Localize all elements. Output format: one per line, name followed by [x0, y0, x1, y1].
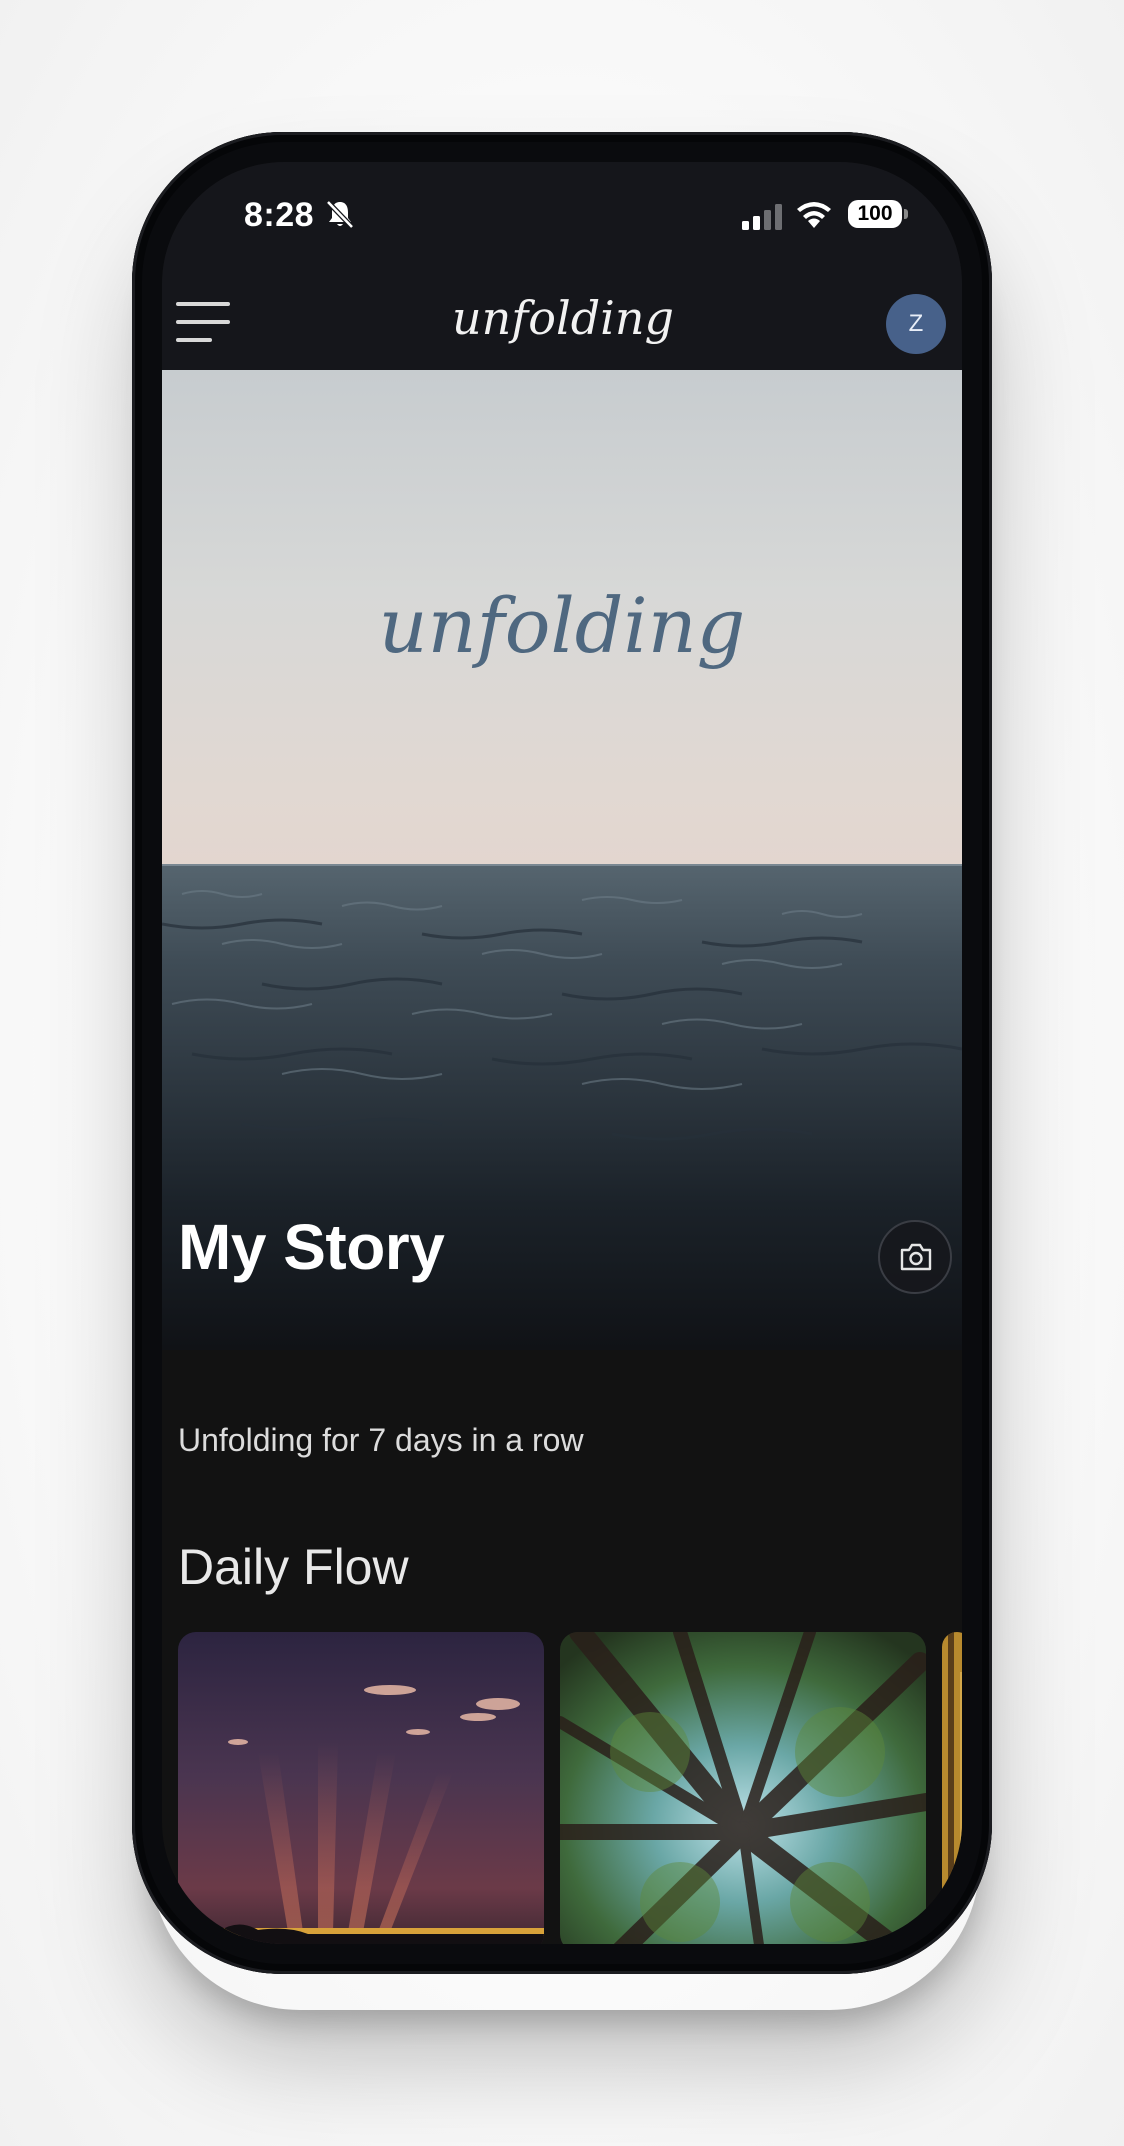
status-bar: 8:28 100: [162, 162, 962, 272]
battery-icon: 100: [848, 200, 902, 228]
camera-icon: [900, 1243, 932, 1271]
cellular-signal-icon: [742, 204, 782, 230]
phone-frame: 8:28 100 unfolding Z unfolding My Story …: [132, 132, 992, 1974]
wifi-icon: [797, 202, 831, 228]
daily-flow-card[interactable]: [942, 1632, 962, 1944]
forest-canopy-image: [560, 1632, 926, 1944]
section-title-daily-flow: Daily Flow: [178, 1539, 409, 1595]
hero-banner: unfolding My Story: [162, 370, 962, 1350]
sea-waves: [162, 864, 962, 1141]
bell-slash-icon: [326, 200, 354, 229]
stage: 8:28 100 unfolding Z unfolding My Story …: [0, 0, 1124, 2146]
sunset-image: [178, 1632, 544, 1944]
hero-logo-text: unfolding: [379, 581, 746, 670]
daily-flow-card[interactable]: [178, 1632, 544, 1944]
battery-nub: [904, 209, 908, 219]
hamburger-menu-icon[interactable]: [176, 300, 234, 344]
header-logo: unfolding: [452, 291, 674, 345]
app-header: unfolding Z: [162, 272, 962, 370]
avatar[interactable]: Z: [886, 294, 946, 354]
hero-logo: unfolding: [379, 581, 746, 670]
daily-flow-carousel[interactable]: [178, 1632, 962, 1944]
phone-screen: 8:28 100 unfolding Z unfolding My Story …: [162, 162, 962, 1944]
header-logo-text: unfolding: [452, 291, 674, 345]
streak-text: Unfolding for 7 days in a row: [178, 1422, 584, 1458]
daily-flow-card[interactable]: [560, 1632, 926, 1944]
status-time: 8:28: [244, 196, 315, 234]
camera-button[interactable]: [878, 1220, 952, 1294]
page-title: My Story: [178, 1211, 445, 1283]
autumn-forest-image: [942, 1632, 962, 1944]
